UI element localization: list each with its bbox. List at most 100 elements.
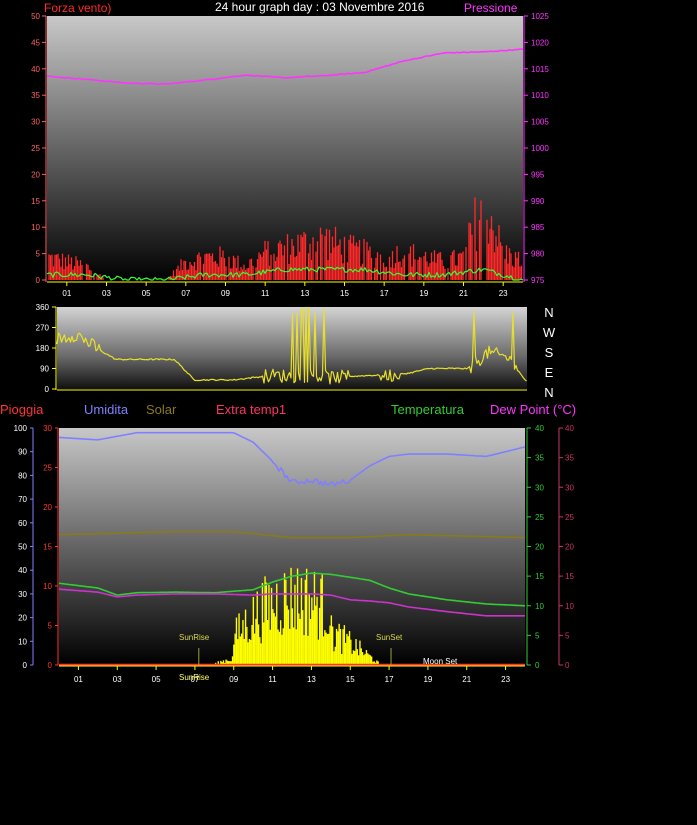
wind-tick-label: 35 — [31, 91, 40, 100]
pressure-tick-label: 995 — [531, 170, 545, 179]
wind-tick-label: 20 — [31, 170, 40, 179]
bottom-x-tick-label: 17 — [385, 675, 394, 684]
compass-letter: W — [543, 325, 556, 340]
dew-point-tick-label: 10 — [565, 602, 574, 611]
compass-letter: N — [544, 385, 553, 400]
wind-tick-label: 0 — [36, 276, 41, 285]
temperature-tick-label: 35 — [535, 454, 544, 463]
temperature-tick-label: 20 — [535, 543, 544, 552]
wind-tick-label: 40 — [31, 65, 40, 74]
humidity-tick-label: 10 — [18, 637, 27, 646]
wind-tick-label: 10 — [31, 223, 40, 232]
wind-tick-label: 30 — [31, 118, 40, 127]
bottom-x-tick-label: 23 — [501, 675, 510, 684]
wind-tick-label: 45 — [31, 38, 40, 47]
top-x-tick-label: 03 — [102, 289, 111, 298]
sunrise-bottom-annotation: SunRise — [179, 673, 210, 682]
wind-tick-label: 50 — [31, 12, 40, 21]
pressure-tick-label: 1015 — [531, 65, 549, 74]
dew-point-legend: Dew Point (°C) — [490, 402, 577, 417]
humidity-tick-label: 90 — [18, 448, 27, 457]
bottom-x-tick-label: 05 — [152, 675, 161, 684]
pressure-tick-label: 1020 — [531, 38, 549, 47]
wind-tick-label: 25 — [31, 144, 40, 153]
wind-axis-label: Forza vento) — [44, 1, 112, 15]
top-x-tick-label: 07 — [181, 289, 190, 298]
temperature-tick-label: 10 — [535, 602, 544, 611]
temperature-tick-label: 30 — [535, 483, 544, 492]
dew-point-tick-label: 5 — [565, 631, 570, 640]
top-x-tick-label: 21 — [459, 289, 468, 298]
extra-temp-legend: Extra temp1 — [216, 402, 287, 417]
top-x-tick-label: 05 — [142, 289, 151, 298]
humidity-tick-label: 70 — [18, 495, 27, 504]
top-x-tick-label: 01 — [62, 289, 71, 298]
top-x-tick-label: 19 — [419, 289, 428, 298]
temperature-tick-label: 40 — [535, 424, 544, 433]
bottom-x-tick-label: 15 — [346, 675, 355, 684]
compass-letter: N — [544, 305, 553, 320]
pressure-tick-label: 990 — [531, 197, 545, 206]
top-x-tick-label: 15 — [340, 289, 349, 298]
direction-tick-label: 270 — [36, 324, 50, 333]
dew-point-tick-label: 25 — [565, 513, 574, 522]
chart-title: 24 hour graph day : 03 Novembre 2016 — [215, 0, 425, 14]
temperature-legend: Temperatura — [391, 402, 464, 417]
humidity-tick-label: 50 — [18, 543, 27, 552]
humidity-tick-label: 40 — [18, 566, 27, 575]
dew-point-tick-label: 0 — [565, 661, 570, 670]
sunset-annotation: SunSet — [376, 633, 403, 642]
humidity-tick-label: 0 — [23, 661, 28, 670]
pressure-axis-label: Pressione — [464, 1, 518, 15]
bottom-x-tick-label: 13 — [307, 675, 316, 684]
top-x-tick-label: 17 — [380, 289, 389, 298]
humidity-legend: Umidita — [84, 402, 129, 417]
rain-tick-label: 20 — [43, 503, 52, 512]
rain-tick-label: 0 — [48, 661, 53, 670]
dew-point-tick-label: 15 — [565, 572, 574, 581]
temperature-tick-label: 5 — [535, 631, 540, 640]
temperature-tick-label: 25 — [535, 513, 544, 522]
moonset-annotation: Moon Set — [423, 657, 458, 666]
dew-point-tick-label: 20 — [565, 543, 574, 552]
wind-tick-label: 15 — [31, 197, 40, 206]
rain-tick-label: 15 — [43, 543, 52, 552]
pressure-tick-label: 980 — [531, 250, 545, 259]
compass-letter: S — [545, 345, 554, 360]
top-x-tick-label: 11 — [261, 289, 270, 298]
sunrise-annotation: SunRise — [179, 633, 210, 642]
pressure-tick-label: 1005 — [531, 118, 549, 127]
humidity-tick-label: 20 — [18, 614, 27, 623]
compass-letter: E — [545, 365, 554, 380]
pressure-tick-label: 1025 — [531, 12, 549, 21]
humidity-tick-label: 30 — [18, 590, 27, 599]
rain-tick-label: 10 — [43, 582, 52, 591]
top-x-tick-label: 09 — [221, 289, 230, 298]
temperature-tick-label: 0 — [535, 661, 540, 670]
rain-tick-label: 25 — [43, 464, 52, 473]
rain-tick-label: 5 — [48, 622, 53, 631]
dew-point-tick-label: 30 — [565, 483, 574, 492]
dew-point-tick-label: 35 — [565, 454, 574, 463]
direction-tick-label: 180 — [36, 344, 50, 353]
dew-point-tick-label: 40 — [565, 424, 574, 433]
direction-tick-label: 0 — [45, 385, 50, 394]
top-x-tick-label: 13 — [300, 289, 309, 298]
bottom-x-tick-label: 21 — [462, 675, 471, 684]
humidity-tick-label: 80 — [18, 471, 27, 480]
top-x-tick-label: 23 — [499, 289, 508, 298]
humidity-tick-label: 60 — [18, 519, 27, 528]
bottom-x-tick-label: 09 — [229, 675, 238, 684]
pressure-tick-label: 1010 — [531, 91, 549, 100]
temperature-tick-label: 15 — [535, 572, 544, 581]
direction-tick-label: 360 — [36, 303, 50, 312]
wind-pressure-plot-area — [47, 16, 523, 282]
direction-tick-label: 90 — [40, 365, 49, 374]
bottom-x-tick-label: 01 — [74, 675, 83, 684]
pressure-tick-label: 985 — [531, 223, 545, 232]
pressure-tick-label: 975 — [531, 276, 545, 285]
rain-tick-label: 30 — [43, 424, 52, 433]
bottom-x-tick-label: 03 — [113, 675, 122, 684]
bottom-x-tick-label: 11 — [268, 675, 277, 684]
solar-legend: Solar — [146, 402, 177, 417]
